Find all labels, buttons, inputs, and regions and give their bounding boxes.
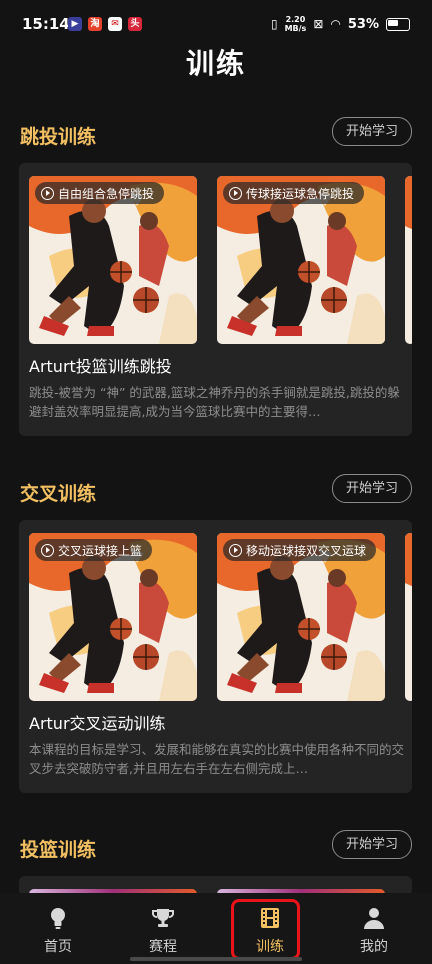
course-description: 本课程的目标是学习、发展和能够在真实的比赛中使用各种不同的交叉步去突破防守者,并…	[29, 742, 405, 776]
course-card-jump-shot[interactable]: 自由组合急停跳投 传球接运球急停跳投 Arturt投篮训练跳投 跳投-被誉为 “…	[19, 163, 412, 436]
nav-label: 赛程	[149, 939, 177, 955]
mail-app-icon: ✉	[108, 17, 122, 31]
course-title: Artur交叉运动训练	[29, 714, 166, 733]
section-crossover: 交叉训练 开始学习	[0, 473, 432, 513]
play-icon	[41, 543, 54, 557]
course-description: 跳投-被誉为 “神” 的武器,篮球之神乔丹的杀手锏就是跳投,跳投的躲避封盖效率明…	[29, 385, 400, 419]
section-title: 交叉训练	[20, 483, 97, 505]
video-app-icon: ▶	[68, 17, 82, 31]
video-thumbnail[interactable]: 移动运球接双交叉运球	[217, 533, 385, 701]
nav-profile[interactable]: 我的	[320, 893, 428, 964]
video-label: 移动运球接双交叉运球	[223, 539, 377, 561]
video-thumbnail-partial[interactable]	[405, 176, 412, 344]
battery-icon	[386, 17, 410, 31]
nav-home[interactable]: 首页	[4, 893, 112, 964]
video-thumbnail[interactable]: 传球接运球急停跳投	[217, 176, 385, 344]
nav-schedule[interactable]: 赛程	[109, 893, 217, 964]
section-shooting: 投篮训练 开始学习	[0, 829, 432, 869]
trophy-icon	[152, 909, 174, 927]
video-label: 自由组合急停跳投	[35, 182, 165, 204]
section-title: 投篮训练	[20, 839, 97, 861]
bottom-navigation: 首页 赛程 训练 我的	[0, 893, 432, 964]
video-thumbnail-partial[interactable]	[405, 533, 412, 701]
notification-icons: ▶ 淘 ✉ 头	[68, 17, 142, 31]
home-indicator	[130, 957, 302, 961]
video-thumbnail[interactable]: 自由组合急停跳投	[29, 176, 197, 344]
lightbulb-icon	[51, 908, 65, 929]
section-title: 跳投训练	[20, 126, 97, 148]
section-jump-shot: 跳投训练 开始学习	[0, 116, 432, 156]
play-icon	[41, 186, 54, 200]
start-learning-button[interactable]: 开始学习	[332, 474, 412, 503]
video-thumbnail[interactable]: 交叉运球接上篮	[29, 533, 197, 701]
highlight-box	[231, 899, 300, 960]
battery-level: 53%	[347, 16, 379, 32]
course-title: Arturt投篮训练跳投	[29, 357, 172, 376]
video-label: 交叉运球接上篮	[35, 539, 153, 561]
nav-label: 首页	[44, 939, 72, 955]
video-label: 传球接运球急停跳投	[223, 182, 365, 204]
start-learning-button[interactable]: 开始学习	[332, 830, 412, 859]
basketball-illustration	[405, 176, 412, 344]
course-card-crossover[interactable]: 交叉运球接上篮 移动运球接双交叉运球 Artur交叉运动训练 本课程的目标是学习…	[19, 520, 412, 793]
status-time: 15:14	[22, 15, 70, 33]
vibrate-icon: ▯	[270, 17, 278, 31]
network-speed: 2.20 MB/s	[284, 15, 307, 33]
news-app-icon: 头	[128, 17, 142, 31]
nav-label: 我的	[360, 939, 388, 955]
basketball-illustration	[405, 533, 412, 701]
play-icon	[229, 186, 242, 200]
start-learning-button[interactable]: 开始学习	[332, 117, 412, 146]
wifi-icon: ◠	[330, 17, 341, 31]
play-icon	[229, 543, 242, 557]
shopping-app-icon: 淘	[88, 17, 102, 31]
page-title: 训练	[185, 47, 246, 80]
person-icon	[364, 908, 384, 929]
no-sim-icon: ⊠	[313, 17, 324, 31]
